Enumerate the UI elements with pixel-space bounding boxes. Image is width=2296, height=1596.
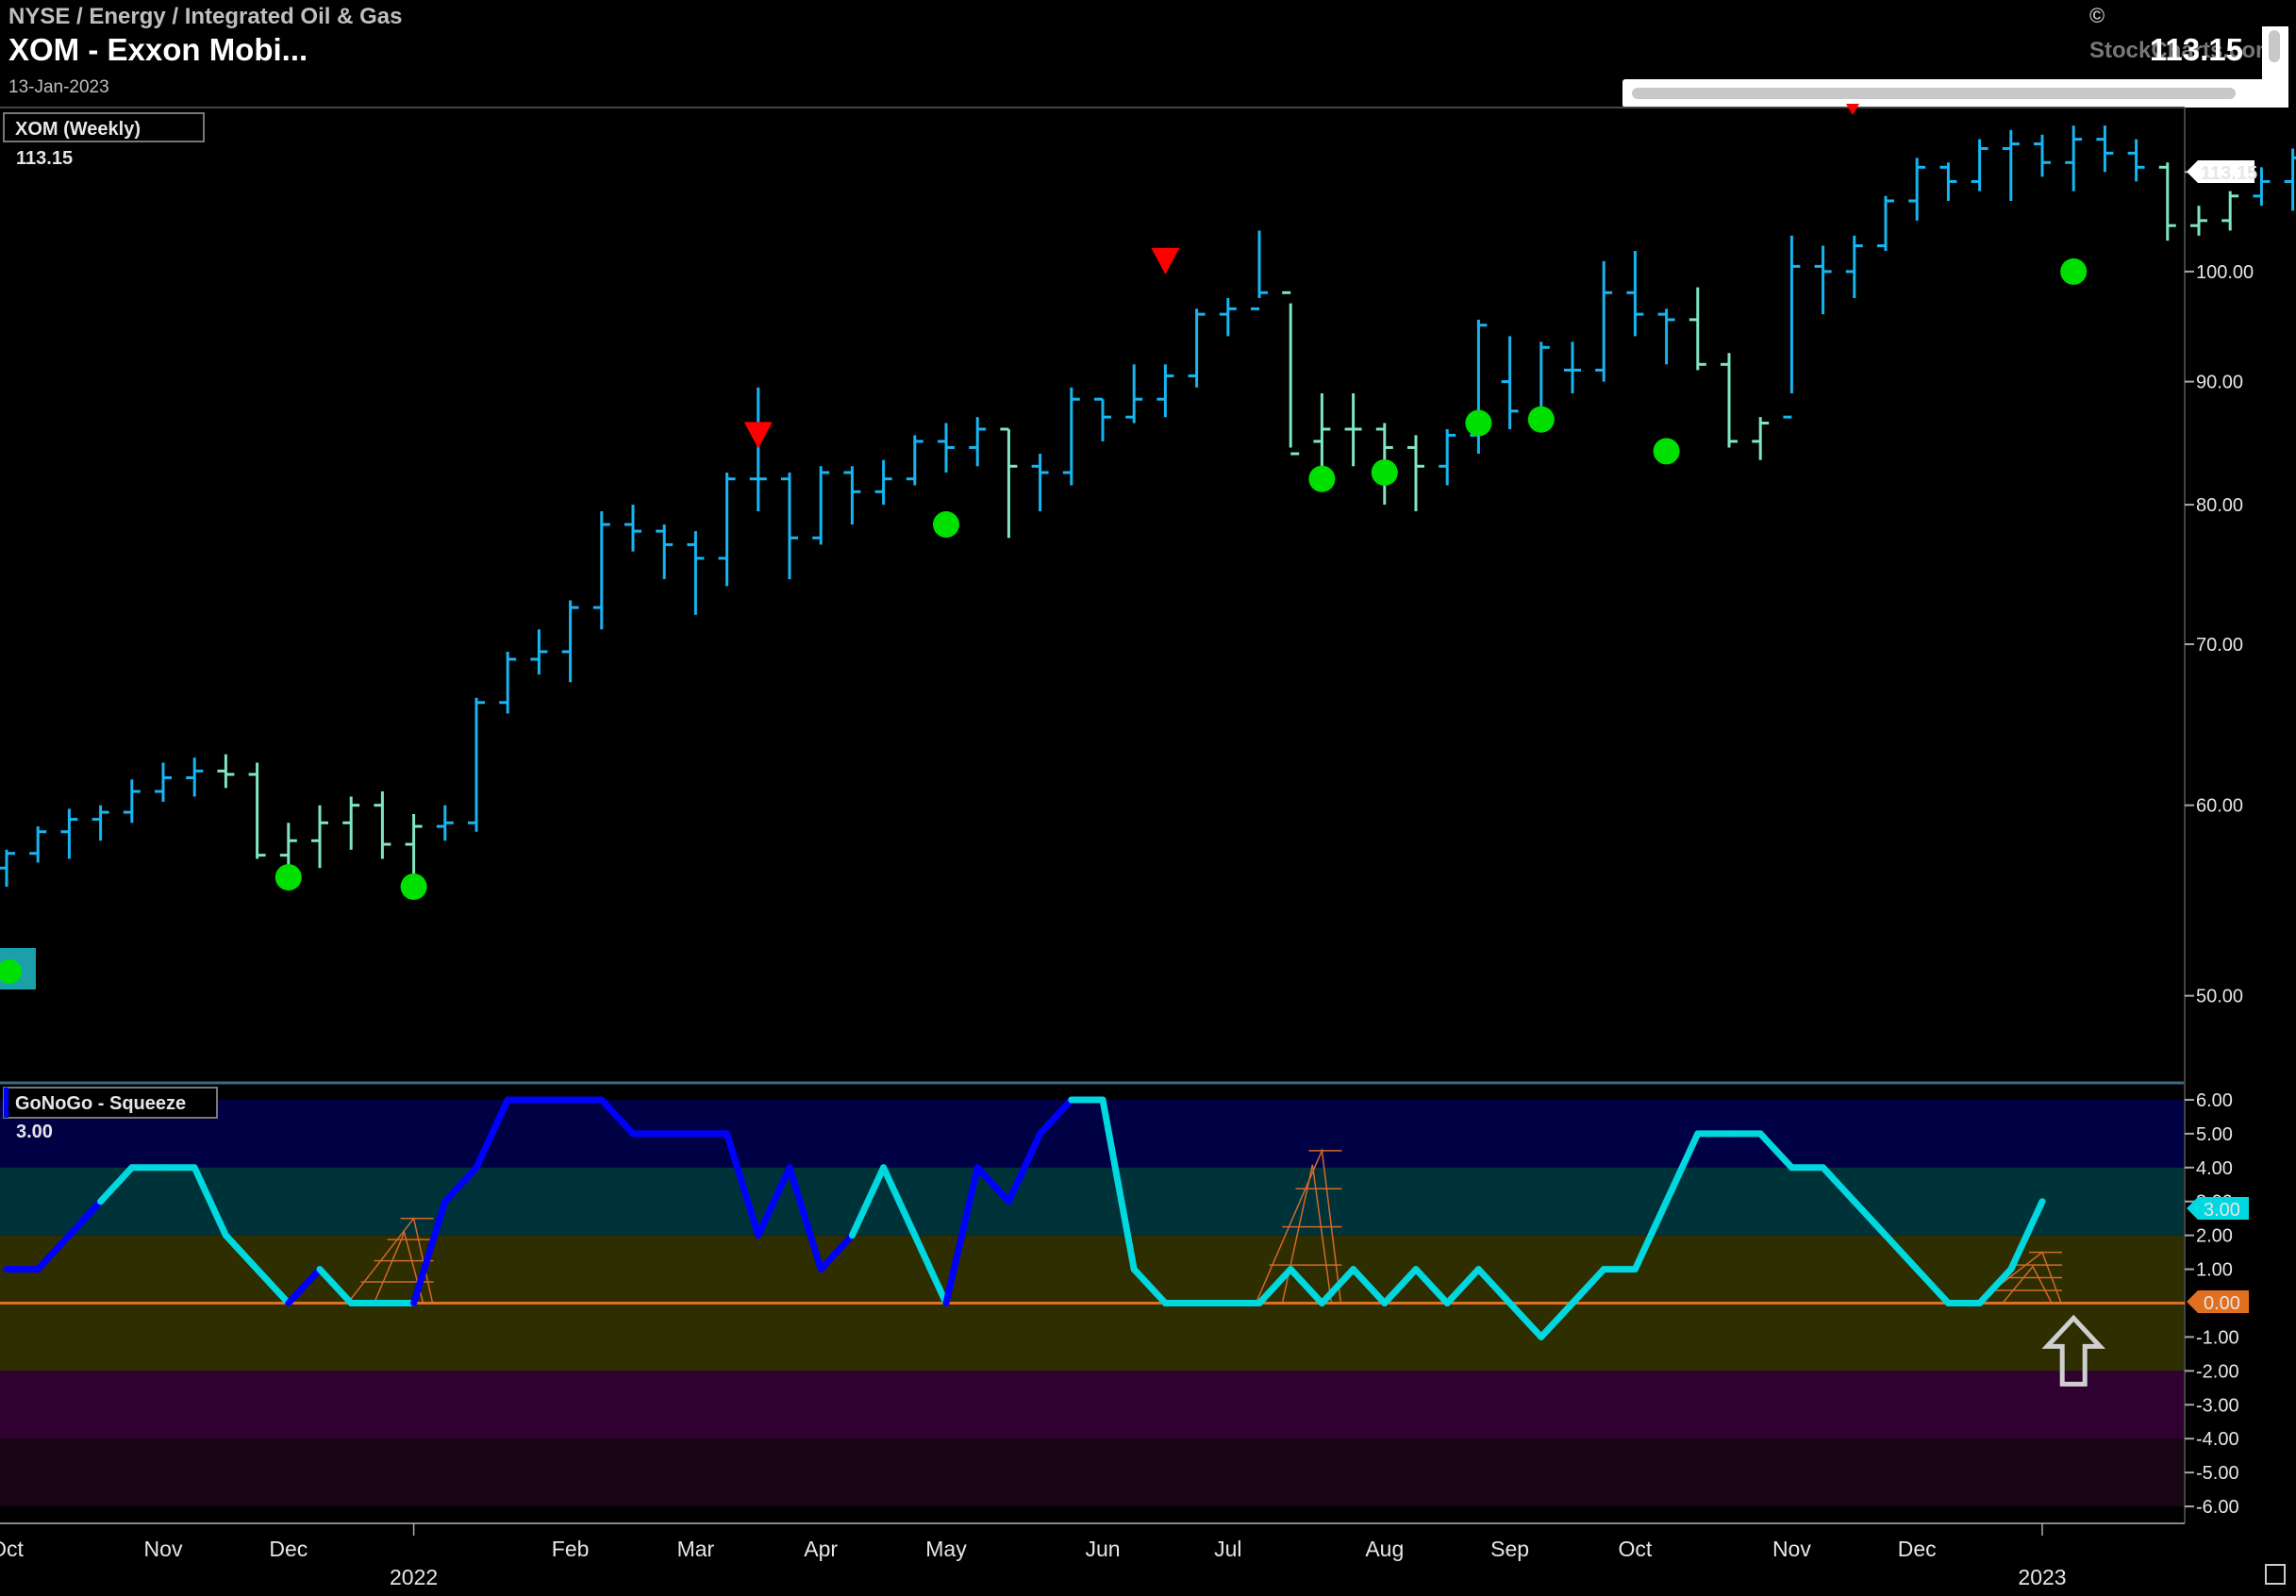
- price-tick-label: 60.00: [2196, 796, 2243, 817]
- x-axis-label: Mar: [677, 1537, 715, 1561]
- go-signal-dot: [2060, 258, 2088, 285]
- osc-tick-label: 2.00: [2196, 1226, 2233, 1247]
- x-axis-label: 2022: [390, 1565, 438, 1589]
- go-signal-dot: [400, 873, 427, 901]
- go-signal-dot: [1308, 465, 1336, 492]
- osc-value-tag: 3.00: [2187, 1197, 2249, 1221]
- go-signal-dot: [275, 864, 302, 891]
- zero-value-tag: 0.00: [2187, 1290, 2249, 1314]
- x-axis-label: Dec: [1898, 1537, 1937, 1561]
- nogo-signal-triangle: [1151, 247, 1180, 274]
- osc-tick-label: 6.00: [2196, 1090, 2233, 1111]
- osc-tick-label: -5.00: [2196, 1463, 2239, 1484]
- expand-icon[interactable]: [2265, 1564, 2286, 1585]
- osc-tick-label: -2.00: [2196, 1361, 2239, 1382]
- svg-text:3.00: 3.00: [2204, 1200, 2240, 1221]
- x-axis-label: May: [925, 1537, 967, 1561]
- x-axis-label: Dec: [269, 1537, 308, 1561]
- go-signal-dot: [1527, 406, 1555, 433]
- osc-tick-label: -6.00: [2196, 1497, 2239, 1518]
- osc-band-4: [0, 1438, 2185, 1507]
- price-tick-label: 90.00: [2196, 373, 2243, 393]
- chart-canvas[interactable]: 50.0060.0070.0080.0090.00100.00110.00 6.…: [0, 0, 2296, 1596]
- osc-band-0: [0, 1099, 2185, 1168]
- osc-tick-label: -1.00: [2196, 1327, 2239, 1348]
- osc-panel-title: GoNoGo - Squeeze: [15, 1093, 186, 1114]
- price-panel-title: XOM (Weekly): [15, 119, 141, 140]
- osc-tick-label: 5.00: [2196, 1124, 2233, 1145]
- x-axis-label: Jul: [1214, 1537, 1241, 1561]
- osc-tick-label: -3.00: [2196, 1395, 2239, 1416]
- price-tick-label: 80.00: [2196, 495, 2243, 516]
- go-signal-dot: [1653, 438, 1680, 465]
- price-panel-last-value: 113.15: [16, 148, 73, 169]
- x-axis-label: Nov: [1772, 1537, 1811, 1561]
- price-tick-label: 70.00: [2196, 635, 2243, 656]
- nogo-signal-partial: [1846, 104, 1859, 115]
- nogo-signal-triangle: [743, 422, 773, 449]
- osc-tick-label: 4.00: [2196, 1158, 2233, 1179]
- x-axis-label: Oct: [0, 1537, 24, 1561]
- x-axis-label: Jun: [1085, 1537, 1120, 1561]
- price-tick-label: 50.00: [2196, 987, 2243, 1007]
- go-signal-dot: [1465, 409, 1492, 437]
- svg-text:113.15: 113.15: [2201, 163, 2257, 184]
- go-signal-dot: [1371, 458, 1398, 486]
- osc-tick-label: 1.00: [2196, 1260, 2233, 1281]
- x-axis-label: Apr: [804, 1537, 838, 1561]
- price-value-tag: 113.15: [2187, 160, 2257, 184]
- go-signal-dot: [933, 511, 959, 539]
- x-axis-label: 2023: [2018, 1565, 2066, 1589]
- price-tick-label: 100.00: [2196, 262, 2254, 283]
- x-axis-label: Aug: [1365, 1537, 1404, 1561]
- svg-text:0.00: 0.00: [2204, 1293, 2240, 1314]
- osc-tick-label: -4.00: [2196, 1429, 2239, 1450]
- x-axis-label: Sep: [1490, 1537, 1529, 1561]
- x-axis-label: Nov: [144, 1537, 183, 1561]
- x-axis-label: Feb: [552, 1537, 590, 1561]
- osc-panel-last-value: 3.00: [16, 1122, 53, 1142]
- x-axis-label: Oct: [1619, 1537, 1653, 1561]
- osc-band-3: [0, 1371, 2185, 1439]
